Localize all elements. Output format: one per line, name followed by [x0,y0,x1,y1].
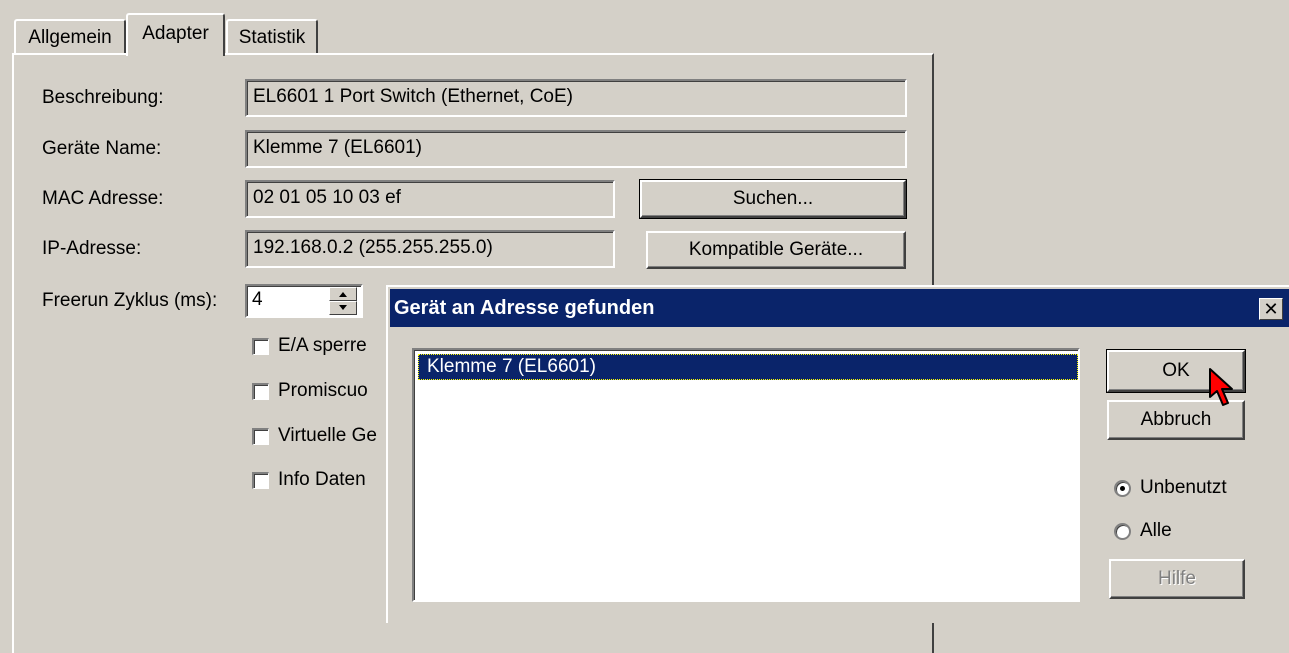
mouse-pointer-icon [1209,368,1233,406]
ip-adresse-label: IP-Adresse: [42,238,142,259]
virtuelle-geraete-label: Virtuelle Ge [278,425,377,446]
ip-adresse-field: 192.168.0.2 (255.255.255.0) [245,230,615,268]
hilfe-button: Hilfe [1109,559,1245,599]
unbenutzt-radio[interactable] [1114,480,1131,497]
tab-adapter[interactable]: Adapter [126,13,225,56]
down-arrow-icon [339,305,347,310]
info-daten-checkbox[interactable] [252,472,269,489]
geraet-gefunden-dialog: Gerät an Adresse gefunden ✕ Klemme 7 (EL… [386,285,1289,623]
found-devices-list[interactable]: Klemme 7 (EL6601) [412,348,1080,602]
list-item[interactable]: Klemme 7 (EL6601) [418,354,1078,380]
promiscuous-checkbox[interactable] [252,383,269,400]
spin-up-button[interactable] [329,287,357,301]
dialog-title: Gerät an Adresse gefunden [394,297,655,319]
mac-adresse-label: MAC Adresse: [42,188,164,209]
mac-adresse-field: 02 01 05 10 03 ef [245,180,615,218]
beschreibung-field: EL6601 1 Port Switch (Ethernet, CoE) [245,79,907,117]
alle-radio[interactable] [1114,523,1131,540]
alle-label: Alle [1140,520,1172,541]
geraete-name-label: Geräte Name: [42,138,162,159]
close-icon: ✕ [1263,299,1279,319]
geraete-name-field: Klemme 7 (EL6601) [245,130,907,168]
freerun-zyklus-label: Freerun Zyklus (ms): [42,290,218,311]
close-button[interactable]: ✕ [1259,298,1283,320]
info-daten-label: Info Daten [278,469,366,490]
unbenutzt-label: Unbenutzt [1140,477,1227,498]
kompatible-geraete-button[interactable]: Kompatible Geräte... [646,231,906,269]
ea-sperren-label: E/A sperre [278,335,367,356]
up-arrow-icon [339,292,347,297]
freerun-zyklus-spinbox[interactable]: 4 [245,284,363,318]
suchen-button[interactable]: Suchen... [639,179,907,219]
promiscuous-label: Promiscuo [278,380,368,401]
beschreibung-label: Beschreibung: [42,87,164,108]
spin-down-button[interactable] [329,301,357,315]
virtuelle-geraete-checkbox[interactable] [252,428,269,445]
dialog-titlebar[interactable]: Gerät an Adresse gefunden ✕ [390,289,1289,327]
ea-sperren-checkbox[interactable] [252,338,269,355]
tab-adapter-label: Adapter [142,23,209,44]
